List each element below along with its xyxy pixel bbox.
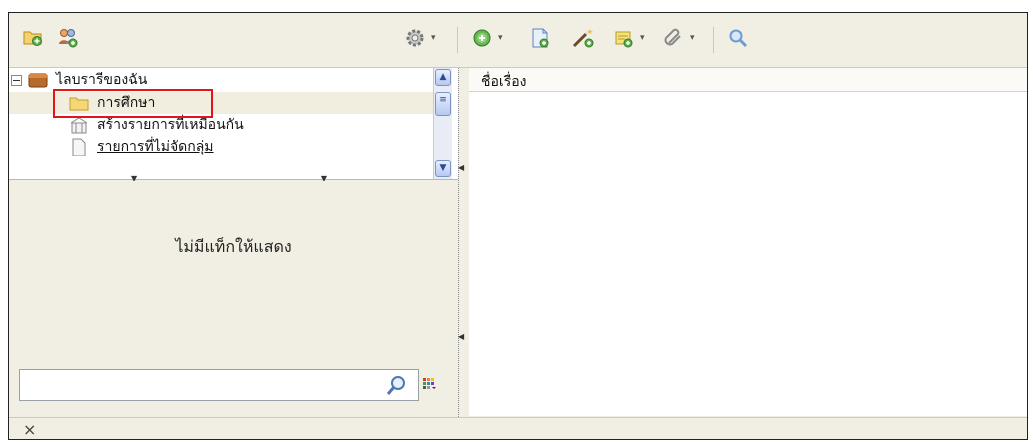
- duplicate-items-icon: [70, 117, 88, 134]
- new-item-from-page-button[interactable]: [529, 27, 551, 49]
- add-by-identifier-wand-icon: [572, 29, 594, 48]
- tag-search-input[interactable]: [24, 375, 378, 397]
- scroll-up-icon[interactable]: ▲: [435, 69, 451, 86]
- toolbar-separator: [713, 27, 714, 53]
- tree-item-label: รายการที่ไม่จัดกลุ่ม: [97, 139, 214, 155]
- attachment-paperclip-icon: [664, 28, 681, 46]
- pane-splitter[interactable]: ◀ ◀: [458, 68, 469, 439]
- chevron-down-icon: ▾: [640, 33, 645, 43]
- search-icon[interactable]: [386, 374, 408, 396]
- actions-menu-button[interactable]: ▾: [404, 27, 436, 49]
- add-by-identifier-button[interactable]: [571, 27, 595, 49]
- items-pane: ชื่อเรื่อง: [469, 68, 1027, 416]
- advanced-search-icon: [729, 29, 748, 48]
- library-icon: [28, 73, 48, 88]
- status-bar: ×: [9, 417, 1027, 439]
- collapse-left-icon: ◀: [458, 163, 465, 172]
- new-note-button[interactable]: ▾: [613, 27, 645, 49]
- chevron-down-icon: ▾: [690, 33, 695, 43]
- chevron-down-icon: ▾: [431, 33, 436, 43]
- collapse-toggle-icon[interactable]: [11, 74, 22, 86]
- new-item-button[interactable]: ▾: [471, 27, 503, 49]
- column-header[interactable]: ชื่อเรื่อง: [469, 68, 1027, 93]
- close-icon[interactable]: ×: [23, 420, 36, 439]
- actions-gear-icon: [406, 29, 424, 47]
- tree-item-label: ไลบรารีของฉัน: [56, 72, 148, 88]
- add-attachment-button[interactable]: ▾: [663, 27, 695, 49]
- tag-search-field[interactable]: [19, 369, 419, 401]
- new-collection-icon: [23, 31, 42, 46]
- new-group-icon: [59, 29, 78, 48]
- collection-tree: ไลบรารีของฉัน การศึกษา สร้างรายการที่เหม…: [9, 68, 458, 180]
- tree-row-my-library[interactable]: ไลบรารีของฉัน: [11, 69, 147, 91]
- tree-item-unfiled[interactable]: รายการที่ไม่จัดกลุ่ม: [9, 136, 214, 158]
- new-group-button[interactable]: [57, 27, 79, 49]
- document-icon: [72, 138, 86, 156]
- toolbar-separator: [457, 27, 458, 53]
- new-collection-button[interactable]: [22, 27, 44, 47]
- zotero-window: ▾ ▾ ▾ ▾ ไลบรารีของฉัน การศึกษา สร้างรายก…: [8, 12, 1028, 440]
- advanced-search-button[interactable]: [727, 27, 749, 49]
- no-tags-message: ไม่มีแท็กให้แสดง: [175, 237, 292, 256]
- tree-scrollbar[interactable]: ▲ ≡ ▼: [433, 68, 452, 179]
- new-item-icon: [473, 29, 491, 47]
- new-note-icon: [615, 31, 633, 48]
- tag-selector: ไม่มีแท็กให้แสดง: [9, 181, 458, 425]
- column-title[interactable]: ชื่อเรื่อง: [481, 71, 526, 93]
- tag-color-menu-icon[interactable]: [423, 378, 437, 392]
- highlight-annotation: [53, 89, 213, 118]
- toolbar: ▾ ▾ ▾ ▾: [9, 13, 1027, 68]
- chevron-down-icon: ▾: [498, 33, 503, 43]
- collapse-left-icon: ◀: [458, 332, 465, 341]
- scroll-thumb[interactable]: ≡: [435, 92, 451, 116]
- scroll-down-icon[interactable]: ▼: [435, 160, 451, 177]
- new-item-from-page-icon: [532, 28, 549, 48]
